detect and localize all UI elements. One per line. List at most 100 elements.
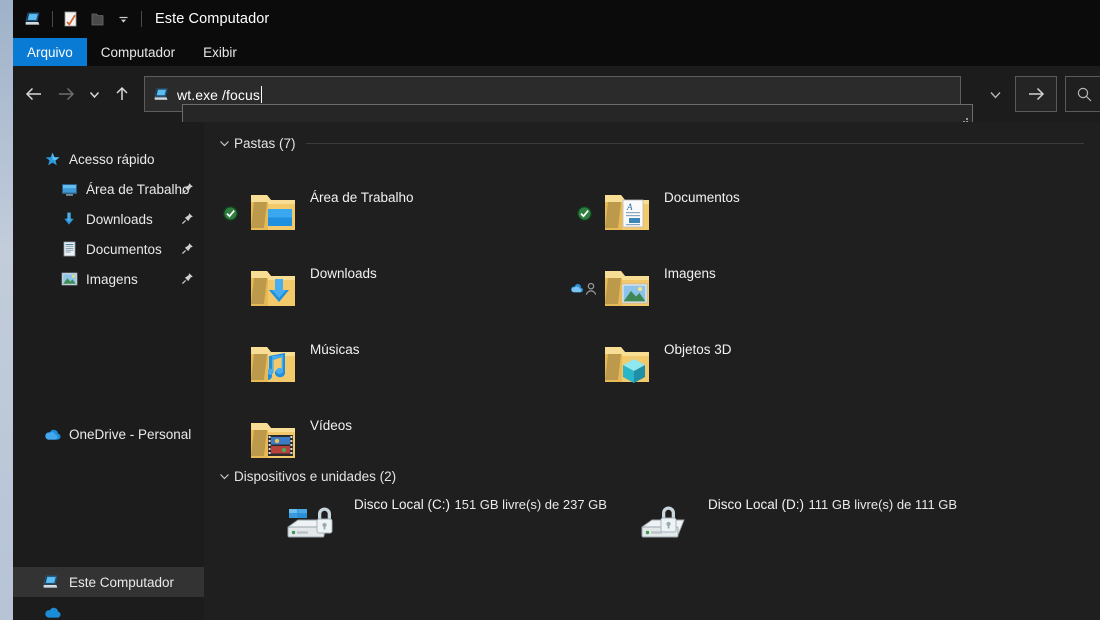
- forward-button[interactable]: [50, 78, 82, 110]
- sidebar-item-area-de-trabalho[interactable]: Área de Trabalho: [13, 174, 204, 204]
- sidebar-item-label: Este Computador: [69, 574, 175, 590]
- folder-desktop-icon: [244, 184, 302, 242]
- up-button[interactable]: [106, 78, 138, 110]
- drive-label: Disco Local (D:): [708, 497, 805, 512]
- drive-info: Disco Local (D:) 111 GB livre(s) de 111 …: [708, 496, 957, 514]
- back-button[interactable]: [18, 78, 50, 110]
- network-icon: [42, 602, 62, 620]
- folder-documents-icon: A: [598, 184, 656, 242]
- tile-imagens[interactable]: Imagens: [570, 258, 716, 320]
- desktop-background-strip: [0, 0, 13, 620]
- search-icon: [1077, 87, 1092, 101]
- tile-objetos-3d[interactable]: Objetos 3D: [570, 334, 732, 396]
- tile-label: Área de Trabalho: [310, 190, 414, 205]
- chevron-down-icon[interactable]: [216, 138, 232, 149]
- title-bar: Este Computador: [13, 0, 1100, 38]
- folder-downloads-icon: [244, 260, 302, 318]
- drive-label: Disco Local (C:): [354, 497, 451, 512]
- drive-disco-local-c[interactable]: Disco Local (C:) 151 GB livre(s) de 237 …: [282, 494, 607, 564]
- this-pc-icon[interactable]: [21, 6, 47, 32]
- navigation-pane: Acesso rápido Área de Trabalho Downloads…: [13, 122, 204, 620]
- cloud-shared-status-badge: [570, 281, 598, 297]
- folder-videos-icon: [244, 412, 302, 470]
- tile-area-de-trabalho[interactable]: Área de Trabalho: [216, 182, 414, 244]
- tile-label: Vídeos: [310, 418, 353, 433]
- tile-label: Documentos: [664, 190, 740, 205]
- tab-exibir[interactable]: Exibir: [189, 38, 251, 66]
- screen: Este Computador Arquivo Computador Exibi…: [0, 0, 1100, 620]
- document-icon: [59, 239, 79, 259]
- drive-free-text: 111 GB livre(s) de 111 GB: [808, 497, 958, 512]
- svg-text:A: A: [626, 202, 633, 212]
- sidebar-item-label: OneDrive - Personal: [69, 426, 192, 442]
- sidebar-item-downloads[interactable]: Downloads: [13, 204, 204, 234]
- drive-bitlocker-icon: [636, 494, 702, 552]
- pin-icon[interactable]: [181, 212, 194, 230]
- window-title: Este Computador: [155, 11, 270, 27]
- sidebar-item-label: Downloads: [86, 211, 153, 227]
- sidebar-item-label: Imagens: [86, 271, 138, 287]
- chevron-down-icon[interactable]: [110, 6, 136, 32]
- address-input[interactable]: wt.exe /focus: [177, 85, 263, 103]
- quick-access-toolbar: [13, 0, 147, 38]
- sidebar-item-acesso-rapido[interactable]: Acesso rápido: [13, 144, 204, 174]
- tile-documentos[interactable]: A Documentos: [570, 182, 740, 244]
- sync-status-badge: [570, 205, 598, 222]
- drive-info: Disco Local (C:) 151 GB livre(s) de 237 …: [354, 496, 607, 514]
- drive-free-text: 151 GB livre(s) de 237 GB: [454, 497, 607, 512]
- download-icon: [59, 209, 79, 229]
- sync-status-badge: [216, 205, 244, 222]
- star-icon: [42, 149, 62, 169]
- recent-locations-chevron-down-icon[interactable]: [82, 78, 106, 110]
- tile-musicas[interactable]: Músicas: [216, 334, 360, 396]
- file-explorer-window: Este Computador Arquivo Computador Exibi…: [13, 0, 1100, 620]
- group-title: Dispositivos e unidades (2): [234, 468, 397, 484]
- content-pane: Pastas (7) Área de Trabalho A Documentos…: [204, 122, 1100, 620]
- tile-downloads[interactable]: Downloads: [216, 258, 377, 320]
- drive-bitlocker-windows-icon: [282, 494, 348, 552]
- navigation-buttons: [18, 78, 138, 110]
- pin-icon[interactable]: [181, 242, 194, 260]
- address-this-pc-icon: [151, 84, 173, 104]
- properties-icon[interactable]: [58, 6, 84, 32]
- group-header-pastas[interactable]: Pastas (7): [216, 132, 1100, 154]
- tile-videos[interactable]: Vídeos: [216, 410, 352, 472]
- folder-pictures-icon: [598, 260, 656, 318]
- qat-separator-2: [141, 11, 142, 27]
- qat-separator: [52, 11, 53, 27]
- sidebar-item-label: Acesso rápido: [69, 151, 155, 167]
- sidebar-item-label: Área de Trabalho: [86, 181, 190, 197]
- tile-label: Downloads: [310, 266, 377, 281]
- chevron-down-icon[interactable]: [216, 471, 232, 482]
- tile-label: Músicas: [310, 342, 360, 357]
- this-pc-icon: [42, 572, 62, 592]
- folder-music-icon: [244, 336, 302, 394]
- sidebar-item-imagens[interactable]: Imagens: [13, 264, 204, 294]
- text-caret: [261, 85, 263, 103]
- sidebar-item-onedrive-personal[interactable]: OneDrive - Personal: [13, 419, 204, 449]
- group-rule: [305, 142, 1084, 144]
- pin-icon[interactable]: [181, 182, 194, 200]
- tile-label: Imagens: [664, 266, 716, 281]
- folder-icon[interactable]: [84, 6, 110, 32]
- tab-arquivo[interactable]: Arquivo: [13, 38, 87, 66]
- sidebar-item-label: Documentos: [86, 241, 162, 257]
- desktop-icon: [59, 179, 79, 199]
- pictures-icon: [59, 269, 79, 289]
- drive-disco-local-d[interactable]: Disco Local (D:) 111 GB livre(s) de 111 …: [636, 494, 957, 564]
- folder-3d-icon: [598, 336, 656, 394]
- go-button[interactable]: [1015, 76, 1057, 112]
- tab-computador[interactable]: Computador: [87, 38, 189, 66]
- group-header-dispositivos[interactable]: Dispositivos e unidades (2): [216, 465, 422, 487]
- ribbon-tab-strip: Arquivo Computador Exibir: [13, 38, 1100, 66]
- sidebar-item-este-computador[interactable]: Este Computador: [13, 567, 204, 597]
- address-history-chevron-down-icon[interactable]: [975, 76, 1015, 112]
- tile-label: Objetos 3D: [664, 342, 732, 357]
- pin-icon[interactable]: [181, 272, 194, 290]
- address-value: wt.exe /focus: [177, 86, 261, 103]
- search-input[interactable]: [1065, 76, 1100, 112]
- sidebar-item-documentos[interactable]: Documentos: [13, 234, 204, 264]
- sidebar-item-partial[interactable]: [13, 597, 204, 620]
- onedrive-icon: [42, 424, 62, 444]
- group-title: Pastas (7): [234, 135, 296, 151]
